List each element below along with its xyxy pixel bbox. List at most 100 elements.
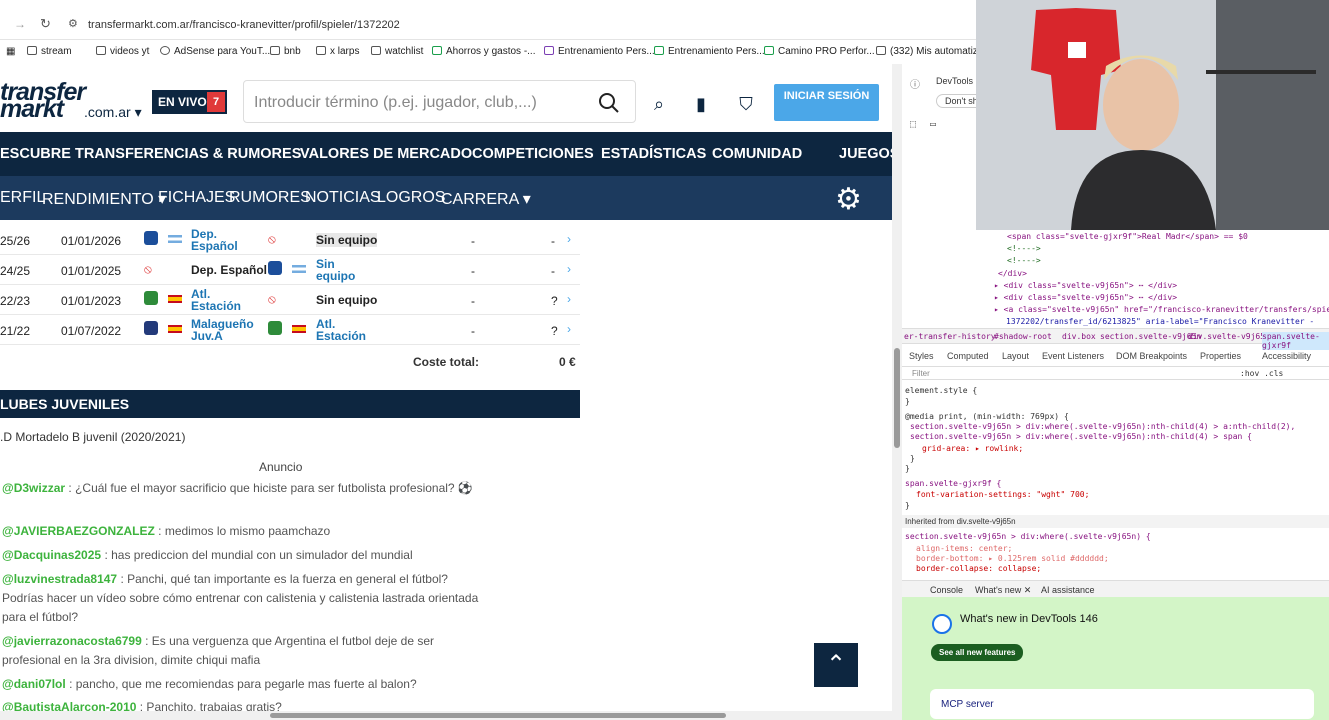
tab-carrera[interactable]: CARRERA ▾ [441,189,531,209]
chevron-right-icon[interactable]: › [567,322,571,336]
tab-event-listeners[interactable]: Event Listeners [1042,351,1104,361]
webcam-overlay [976,0,1329,230]
bookmarks-bar: ▦ stream videos yt AdSense para YouT... … [0,40,986,64]
nav-transferencias[interactable]: TRANSFERENCIAS & RUMORES [75,146,301,162]
tab-whats-new[interactable]: What's new ✕ [975,585,1031,596]
address-bar: → ↻ ⚙ transfermarkt.com.ar/francisco-kra… [0,0,976,40]
flag-spain-icon [168,325,182,333]
reload-icon[interactable]: ↻ [40,16,51,32]
nav-competiciones[interactable]: COMPETICIONES [472,146,594,162]
nav-descubre[interactable]: ESCUBRE [0,146,71,162]
tab-rumores[interactable]: RUMORES [229,189,311,207]
device-icon[interactable]: ▭ [930,119,936,130]
tab-dom-breakpoints[interactable]: DOM Breakpoints [1116,351,1187,361]
flag-spain-icon [168,295,182,303]
site-domain[interactable]: .com.ar ▾ [84,104,142,121]
nav-valores[interactable]: VALORES DE MERCADO [300,146,472,162]
see-all-features-button[interactable]: See all new features [931,644,1024,661]
search-icon[interactable] [598,92,620,114]
chat-message: @Dacquinas2025 : has prediccion del mund… [2,548,413,562]
total-cost-row: Coste total: 0 € [413,355,576,369]
settings-gear-icon[interactable]: ⚙ [835,182,862,217]
transfer-row[interactable]: 24/25 01/01/2025 ⦸ Dep. Español Sin equi… [0,255,580,285]
devtools-title: DevTools [936,76,974,86]
url-text[interactable]: transfermarkt.com.ar/francisco-kranevitt… [88,19,400,31]
club-crest-icon [144,291,158,305]
forward-icon[interactable]: → [14,17,26,31]
bookmark-entrenamiento-2[interactable]: Entrenamiento Pers... [654,46,765,57]
bookmark-camino[interactable]: Camino PRO Perfor... [764,46,875,57]
mcp-card[interactable]: MCP server [930,689,1314,719]
info-icon: ⓘ [910,80,920,91]
transfer-row[interactable]: 22/23 01/01/2023 Atl. Estación ⦸ Sin equ… [0,285,580,315]
live-button[interactable]: EN VIVO 7 [152,90,227,114]
shield-icon[interactable]: ⛉ [735,94,757,116]
bookmark-automatiz[interactable]: (332) Mis automatiz... [876,46,986,57]
bookmark-videos[interactable]: videos yt [96,46,149,57]
bookmark-stream[interactable]: stream [27,46,72,57]
tab-ai-assistance[interactable]: AI assistance [1041,585,1095,595]
tab-properties[interactable]: Properties [1200,351,1241,361]
apps-icon[interactable]: ▦ [6,46,15,57]
bookmark-ahorros[interactable]: Ahorros y gastos -... [432,46,535,57]
chrome-devtools-icon [932,614,952,634]
club-crest-icon [268,261,282,275]
nav-estadisticas[interactable]: ESTADÍSTICAS [601,146,706,162]
tab-computed[interactable]: Computed [947,351,989,361]
user-search-icon[interactable]: ⌕ [648,94,670,116]
search-input[interactable]: Introducir término (p.ej. jugador, club,… [243,80,636,123]
nav-juegos[interactable]: JUEGOS [839,146,899,162]
styles-filter-input[interactable]: Filter :hov .cls [902,366,1329,380]
live-count: 7 [207,92,225,112]
chevron-right-icon[interactable]: › [567,232,571,246]
club-crest-icon [144,321,158,335]
no-team-icon: ⦸ [144,262,152,276]
login-button[interactable]: INICIAR SESIÓN [774,84,879,121]
whats-new-title: What's new in DevTools 146 [960,613,1098,625]
main-nav: ESCUBRE TRANSFERENCIAS & RUMORES VALORES… [0,132,899,176]
page-scrollbar[interactable] [892,64,902,720]
chat-message: @javierrazonacosta6799 : Es una verguenz… [2,634,434,667]
streamer-webcam [976,0,1329,230]
tab-styles[interactable]: Styles [909,351,934,361]
scroll-to-top-button[interactable]: ⌃ [814,643,858,687]
tab-layout[interactable]: Layout [1002,351,1029,361]
bookmark-bnb[interactable]: bnb [270,46,301,57]
tab-fichajes[interactable]: FICHAJES [158,189,235,207]
transfer-row[interactable]: 21/22 01/07/2022 Malagueño Juv.A Atl. Es… [0,315,580,345]
profile-nav: ERFIL RENDIMIENTO ▾ FICHAJES RUMORES NOT… [0,176,892,220]
nav-comunidad[interactable]: COMUNIDAD [712,146,802,162]
chevron-right-icon[interactable]: › [567,292,571,306]
drawer-tabs: Console What's new ✕ AI assistance [902,580,1329,597]
inspect-icon[interactable]: ⬚ [910,119,916,130]
chat-message: @JAVIERBAEZGONZALEZ : medimos lo mismo p… [2,524,331,538]
bookmark-adsense[interactable]: AdSense para YouT... [160,46,270,57]
flag-spain-icon [292,325,306,333]
bookmark-icon[interactable]: ▮ [690,94,712,116]
tab-perfil[interactable]: ERFIL [0,189,45,207]
chat-message: @luzvinestrada8147 : Panchi, qué tan imp… [2,572,479,624]
chat-message: @dani07lol : pancho, que me recomiendas … [2,677,417,691]
flag-argentina-icon [292,265,306,273]
transfer-row[interactable]: 25/26 01/01/2026 Dep. Español ⦸ Sin equi… [0,225,580,255]
tab-accessibility[interactable]: Accessibility [1262,351,1311,361]
site-logo[interactable]: transfer markt [0,80,86,122]
tab-console[interactable]: Console [930,585,963,595]
club-crest-icon [268,321,282,335]
bookmark-entrenamiento-1[interactable]: Entrenamiento Pers... [544,46,655,57]
ad-label: Anuncio [259,460,303,474]
page-content: 25/26 01/01/2026 Dep. Español ⦸ Sin equi… [0,220,892,720]
whats-new-panel: What's new in DevTools 146 See all new f… [902,597,1329,720]
no-team-icon: ⦸ [268,232,276,246]
bookmark-watchlist[interactable]: watchlist [371,46,423,57]
tab-rendimiento[interactable]: RENDIMIENTO ▾ [42,189,166,209]
no-team-icon: ⦸ [268,292,276,306]
site-info-icon[interactable]: ⚙ [68,17,78,30]
tab-noticias[interactable]: NOTICIAS [305,189,381,207]
horizontal-scrollbar[interactable] [0,711,892,720]
youth-clubs-header: LUBES JUVENILES [0,390,580,418]
chevron-right-icon[interactable]: › [567,262,571,276]
tab-logros[interactable]: LOGROS [377,189,445,207]
breadcrumb: er-transfer-history #shadow-root div.box… [902,328,1329,350]
bookmark-xlarps[interactable]: x larps [316,46,359,57]
